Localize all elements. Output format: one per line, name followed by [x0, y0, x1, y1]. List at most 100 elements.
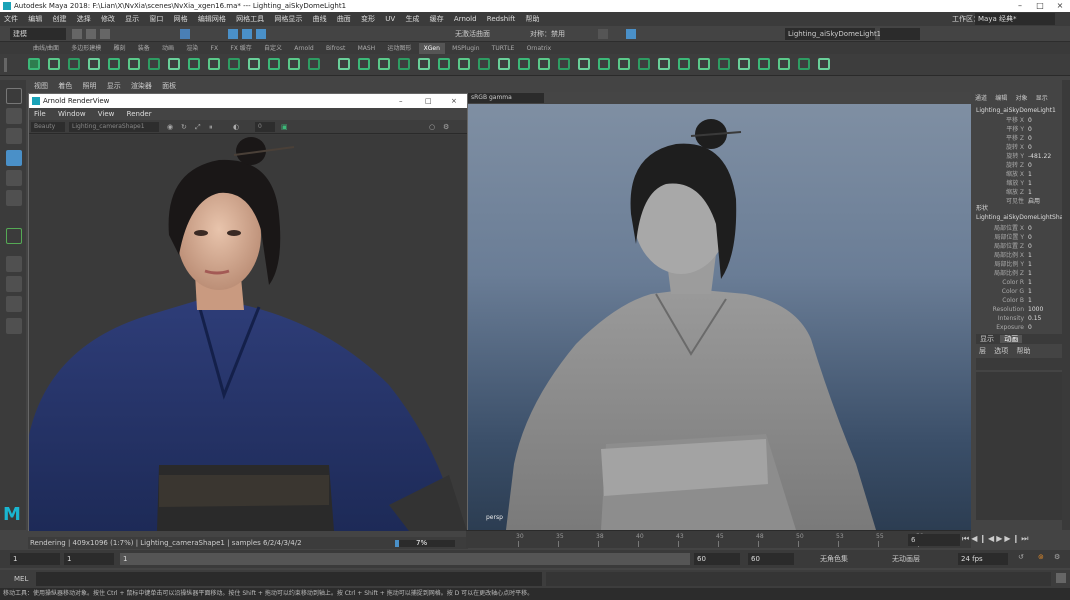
shape-attr-value[interactable]: 1000	[1028, 305, 1054, 314]
transform-row[interactable]: 缩放 Y 1	[976, 179, 1060, 188]
auto-key-icon[interactable]: ⊚	[1038, 553, 1044, 561]
coil-icon[interactable]	[798, 58, 810, 70]
shape-row[interactable]: Color R 1	[976, 278, 1060, 287]
shape-row[interactable]: Resolution 1000	[976, 305, 1060, 314]
transform-row[interactable]: 旋转 Y -481.22	[976, 152, 1060, 161]
outliner-icon[interactable]	[6, 318, 22, 334]
shape-row[interactable]: Color B 1	[976, 296, 1060, 305]
workspace-dropdown[interactable]: Maya 经典*	[975, 13, 1055, 25]
create-guides-icon[interactable]	[68, 58, 80, 70]
shape-attr-value[interactable]: 1	[1028, 287, 1054, 296]
rv-maximize-button[interactable]: □	[425, 94, 432, 108]
snap-point-icon[interactable]	[256, 29, 266, 39]
select-hierarchy-icon[interactable]	[180, 29, 190, 39]
cache-icon[interactable]	[578, 58, 590, 70]
pause-icon[interactable]: ⏸	[209, 123, 213, 132]
noise-brush-icon[interactable]	[378, 58, 390, 70]
playback-end-field[interactable]: 60	[694, 553, 740, 565]
rv-close-button[interactable]: ×	[451, 94, 457, 108]
cut-icon[interactable]	[818, 58, 830, 70]
layer-tab-anim[interactable]: 动画	[1000, 335, 1023, 343]
shape-row[interactable]: 局部位置 Y 0	[976, 233, 1060, 242]
mask-icon[interactable]	[718, 58, 730, 70]
cb-tab-object[interactable]: 对象	[1013, 93, 1031, 105]
settings-icon[interactable]: ⚙	[443, 123, 449, 131]
shape-attr-value[interactable]: 0	[1028, 323, 1054, 332]
layout-icon[interactable]	[6, 296, 22, 312]
menu-file[interactable]: 文件	[0, 12, 22, 26]
shape-attr-value[interactable]: 0	[1028, 233, 1054, 242]
crop-icon[interactable]: ⤢	[195, 123, 201, 132]
select-tool-icon[interactable]	[6, 88, 22, 104]
transform-row[interactable]: 平移 Y 0	[976, 125, 1060, 134]
shape-row[interactable]: Color G 1	[976, 287, 1060, 296]
transform-attr-value[interactable]: 0	[1028, 143, 1054, 152]
menu-help[interactable]: 帮助	[521, 12, 543, 26]
region-icon[interactable]	[738, 58, 750, 70]
ipr-render-icon[interactable]	[626, 29, 636, 39]
menu-select[interactable]: 选择	[73, 12, 95, 26]
mel-label[interactable]: MEL	[14, 573, 28, 585]
settings-icon[interactable]	[598, 58, 610, 70]
shape-row[interactable]: 局部位置 Z 0	[976, 242, 1060, 251]
clear-preview-icon[interactable]	[188, 58, 200, 70]
cb-tab-edit[interactable]: 编辑	[992, 93, 1010, 105]
perspective-viewport[interactable]: persp	[466, 104, 971, 530]
minimize-button[interactable]: –	[1010, 0, 1030, 12]
menu-curves[interactable]: 曲线	[309, 12, 331, 26]
range-bar[interactable]: 1	[120, 553, 690, 565]
close-button[interactable]: ×	[1050, 0, 1070, 12]
move-tool-icon[interactable]	[6, 150, 22, 166]
menu-generate[interactable]: 生成	[401, 12, 423, 26]
modifier-icon[interactable]	[758, 58, 770, 70]
curve-to-guide-icon[interactable]	[148, 58, 160, 70]
script-editor-icon[interactable]	[1056, 573, 1066, 583]
scene-start-field[interactable]: 1	[10, 553, 60, 565]
groom-to-guide-icon[interactable]	[618, 58, 630, 70]
transform-attr-value[interactable]: 1	[1028, 188, 1054, 197]
length-brush-icon[interactable]	[458, 58, 470, 70]
symmetry-toggle[interactable]: 对称：禁用	[530, 28, 565, 40]
menu-cache[interactable]: 缓存	[426, 12, 448, 26]
select-brush-icon[interactable]	[418, 58, 430, 70]
transform-row[interactable]: 平移 X 0	[976, 116, 1060, 125]
menu-modify[interactable]: 修改	[97, 12, 119, 26]
transform-attr-value[interactable]: 0	[1028, 125, 1054, 134]
menu-mesh[interactable]: 网格	[170, 12, 192, 26]
transform-attr-value[interactable]: 1	[1028, 179, 1054, 188]
menuset-dropdown[interactable]: 建模	[10, 28, 66, 40]
menu-display[interactable]: 显示	[121, 12, 143, 26]
convert-icon[interactable]	[658, 58, 670, 70]
place-brush-icon[interactable]	[248, 58, 260, 70]
vp-menu-renderer[interactable]: 渲染器	[127, 80, 156, 92]
transform-row[interactable]: 旋转 X 0	[976, 143, 1060, 152]
shape-attr-value[interactable]: 1	[1028, 278, 1054, 287]
mel-input[interactable]	[36, 572, 542, 586]
transform-row[interactable]: 旋转 Z 0	[976, 161, 1060, 170]
save-scene-icon[interactable]	[100, 29, 110, 39]
paint-select-icon[interactable]	[6, 128, 22, 144]
vp-menu-lighting[interactable]: 照明	[78, 80, 100, 92]
fps-dropdown[interactable]: 24 fps	[958, 553, 1008, 565]
rotate-tool-icon[interactable]	[6, 170, 22, 186]
shape-attr-value[interactable]: 1	[1028, 296, 1054, 305]
comb-brush-icon[interactable]	[268, 58, 280, 70]
shape-row[interactable]: 局部比例 X 1	[976, 251, 1060, 260]
shape-attr-value[interactable]: 0.15	[1028, 314, 1054, 323]
guide-to-curve-icon[interactable]	[128, 58, 140, 70]
stop-render-icon[interactable]: ◉	[167, 123, 173, 131]
clump-brush-icon[interactable]	[358, 58, 370, 70]
shape-row[interactable]: Intensity 0.15	[976, 314, 1060, 323]
open-scene-icon[interactable]	[86, 29, 96, 39]
time-slider[interactable]: 3035384043454850535558	[466, 530, 971, 548]
shape-row[interactable]: 局部比例 Z 1	[976, 269, 1060, 278]
layer-menu-help[interactable]: 帮助	[1013, 347, 1033, 355]
new-scene-icon[interactable]	[72, 29, 82, 39]
single-view-icon[interactable]	[6, 256, 22, 272]
layer-list[interactable]	[976, 372, 1062, 520]
part-brush-icon[interactable]	[338, 58, 350, 70]
anim-layer-dropdown[interactable]: 无动画层	[892, 553, 920, 565]
grab-brush-icon[interactable]	[438, 58, 450, 70]
rv-menu-file[interactable]: File	[29, 108, 51, 120]
rv-minimize-button[interactable]: –	[399, 94, 403, 108]
